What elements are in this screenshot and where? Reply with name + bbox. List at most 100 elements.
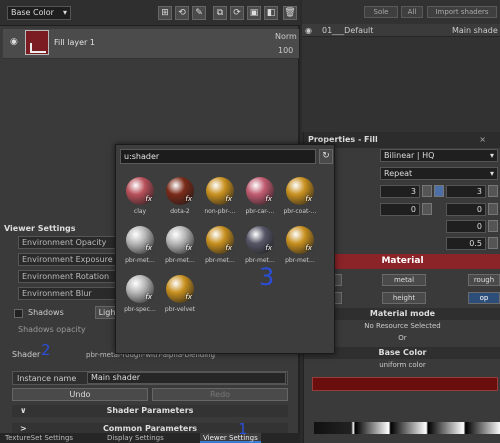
fx-icon: fx (145, 293, 152, 301)
shader-preview-ball: fx (206, 226, 234, 254)
instance-name-label: Instance name (17, 374, 77, 383)
environment-opacity-field[interactable]: Environment Opacity (18, 236, 118, 249)
all-button[interactable]: All (401, 6, 423, 18)
radio-icon: ◉ (305, 26, 312, 35)
fx-icon: fx (265, 244, 272, 252)
shader-preview-ball: fx (166, 275, 194, 303)
solo-button[interactable]: Sole (364, 6, 398, 18)
edit-icon[interactable] (422, 203, 432, 215)
opacity-button[interactable]: op (468, 292, 500, 304)
chevron-down-icon: ▾ (489, 151, 494, 160)
redo-button[interactable]: Redo (152, 388, 288, 401)
edit-icon[interactable] (488, 220, 498, 232)
chevron-down-icon: ▾ (489, 169, 494, 178)
visibility-eye-icon[interactable]: ◉ (10, 37, 20, 47)
add-paint-icon[interactable]: ✎ (192, 6, 206, 20)
rotation-input[interactable]: 0 (446, 220, 486, 233)
channel-select[interactable]: Base Color ▾ (7, 6, 71, 20)
add-folder-icon[interactable]: ⧉ (213, 6, 227, 20)
shader-item-label: clay (133, 208, 147, 215)
layer-row[interactable]: ◉ Fill layer 1 Norm 100 (3, 29, 299, 59)
height-button[interactable]: height (382, 292, 426, 304)
shader-item-label: pbr-coat-… (283, 208, 317, 215)
shader-preview-ball: fx (126, 275, 154, 303)
undo-button[interactable]: Undo (12, 388, 148, 401)
shader-item[interactable]: fx pbr-velvet (160, 273, 200, 319)
annotation-2: 2 (41, 341, 51, 359)
shader-preview-ball: fx (286, 226, 314, 254)
shader-parameters-header[interactable]: ∨ Shader Parameters (12, 405, 288, 417)
shader-preview-ball: fx (126, 177, 154, 205)
offset-v-input[interactable]: 0 (446, 203, 486, 216)
layer-opacity[interactable]: 100 (278, 46, 293, 55)
shader-label: Shader (12, 350, 41, 359)
shader-preview-ball: fx (126, 226, 154, 254)
import-shaders-button[interactable]: Import shaders (427, 6, 497, 18)
shader-item[interactable]: fx pbr-met… (120, 224, 160, 270)
refresh-icon[interactable]: ↻ (319, 149, 333, 164)
tiling-value: Repeat (384, 169, 413, 178)
fx-icon: fx (145, 244, 152, 252)
shader-preview-ball: fx (246, 177, 274, 205)
layer-toolbar: Base Color ▾ ⊞ ⟲ ✎ ⧉ ⟳ ▣ ◧ 🗑 (0, 0, 300, 26)
instance-name-row: Instance name Main shader (12, 371, 288, 385)
channel-select-label: Base Color (11, 8, 54, 17)
add-fill-layer-icon[interactable]: ⟲ (175, 6, 189, 20)
add-effect-icon[interactable]: ⟳ (230, 6, 244, 20)
delete-layer-icon[interactable]: 🗑 (283, 6, 297, 20)
base-color-swatch[interactable] (312, 377, 498, 391)
shader-item[interactable]: fx dota-2 (160, 175, 200, 221)
add-layer-icon[interactable]: ⊞ (158, 6, 172, 20)
scale-u-input[interactable]: 3 (380, 185, 420, 198)
scale-v-input[interactable]: 3 (446, 185, 486, 198)
environment-blur-field[interactable]: Environment Blur (18, 287, 118, 300)
edit-icon[interactable] (422, 185, 432, 197)
tab-viewer-settings[interactable]: Viewer Settings (200, 433, 261, 443)
shader-parameters-label: Shader Parameters (106, 406, 194, 415)
layer-thumbnail (25, 30, 49, 55)
edit-icon[interactable] (488, 203, 498, 215)
lock-icon[interactable] (434, 185, 444, 197)
shader-item[interactable]: fx pbr-met… (280, 224, 320, 270)
add-mask-icon[interactable]: ▣ (247, 6, 261, 20)
close-icon[interactable]: × (479, 135, 486, 144)
shader-preview-ball: fx (166, 177, 194, 205)
shader-item[interactable]: fx pbr-met… (200, 224, 240, 270)
shader-item[interactable]: fx pbr-car-… (240, 175, 280, 221)
color-spectrum-bar[interactable] (314, 422, 500, 434)
tiling-combo[interactable]: Repeat ▾ (380, 167, 498, 180)
chevron-down-icon: ▾ (62, 8, 67, 17)
fx-icon: fx (305, 244, 312, 252)
shader-row-instance: Main shade (452, 26, 498, 35)
layer-blend-mode[interactable]: Norm (275, 32, 297, 41)
shader-grid: fx clay fx dota-2 fx non-pbr-… fx pbr-car-… fx pb… (116, 171, 336, 351)
fx-icon: fx (185, 244, 192, 252)
environment-rotation-field[interactable]: Environment Rotation (18, 270, 118, 283)
shader-item[interactable]: fx pbr-spec… (120, 273, 160, 319)
shadows-checkbox[interactable] (14, 309, 23, 318)
tab-textureset-settings[interactable]: TextureSet Settings (2, 433, 76, 443)
shader-item[interactable]: fx clay (120, 175, 160, 221)
shader-row-name: 01___Default (322, 26, 374, 35)
tab-display-settings[interactable]: Display Settings (104, 433, 167, 443)
instance-name-input[interactable]: Main shader (87, 372, 286, 384)
shader-list-row[interactable]: ◉ 01___Default Main shade (302, 24, 500, 37)
hidden-param-input[interactable]: 0.5 (446, 237, 486, 250)
add-generator-icon[interactable]: ◧ (264, 6, 278, 20)
shader-item[interactable]: fx non-pbr-… (200, 175, 240, 221)
shader-item[interactable]: fx pbr-coat-… (280, 175, 320, 221)
edit-icon[interactable] (488, 185, 498, 197)
shader-search-input[interactable]: u:shader (120, 149, 316, 164)
shader-item[interactable]: fx pbr-met… (160, 224, 200, 270)
shader-browser-popup: u:shader ↻ fx clay fx dota-2 fx non-pbr-… fx pb… (115, 144, 335, 354)
shader-item-label: pbr-spec… (124, 306, 156, 313)
layer-name: Fill layer 1 (54, 38, 95, 47)
fx-icon: fx (225, 195, 232, 203)
environment-exposure-field[interactable]: Environment Exposure (18, 253, 118, 266)
offset-u-input[interactable]: 0 (380, 203, 420, 216)
filtering-combo[interactable]: Bilinear | HQ ▾ (380, 149, 498, 162)
bottom-tab-bar: TextureSet Settings Display Settings Vie… (0, 433, 300, 443)
rough-button[interactable]: rough (468, 274, 500, 286)
edit-icon[interactable] (488, 237, 498, 249)
metal-button[interactable]: metal (382, 274, 426, 286)
